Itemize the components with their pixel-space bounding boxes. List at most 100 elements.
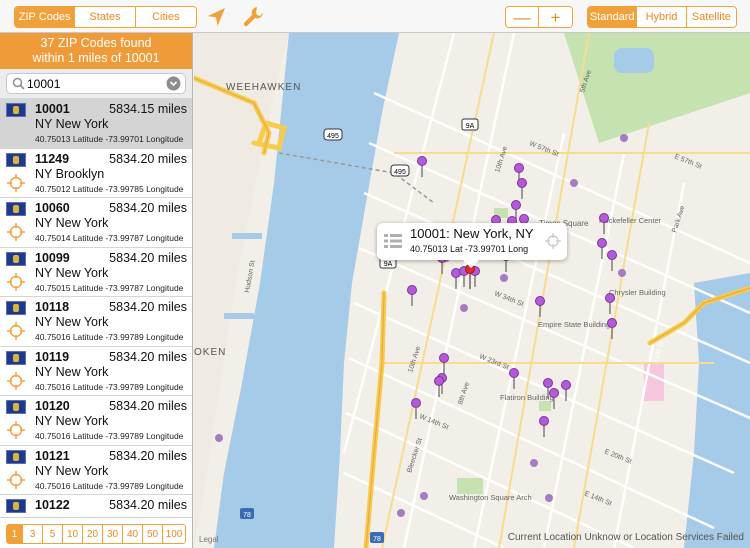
locate-zip-icon[interactable] bbox=[7, 371, 25, 390]
list-icon[interactable] bbox=[384, 233, 402, 249]
state-flag-icon bbox=[6, 103, 26, 117]
zip-result-row[interactable]: 11249 5834.20 miles NY Brooklyn 40.75012 La… bbox=[0, 148, 192, 198]
label-empire-state: Empire State Building bbox=[538, 320, 610, 329]
zip-distance: 5834.20 miles bbox=[109, 349, 187, 364]
limit-option[interactable]: 20 bbox=[83, 525, 103, 543]
map-type-satellite[interactable]: Satellite bbox=[686, 7, 736, 27]
label-washington-square: Washington Square Arch bbox=[449, 493, 532, 502]
map-canvas[interactable]: 495 495 9A 9A 78 78 WEEHAWKEN OKEN Times… bbox=[194, 33, 750, 548]
callout-coords: 40.75013 Lat -73.99701 Long bbox=[410, 244, 529, 254]
zip-result-row[interactable]: 10120 5834.20 miles NY New York 40.75016 La… bbox=[0, 396, 192, 446]
limit-option[interactable]: 50 bbox=[143, 525, 163, 543]
zip-result-row[interactable]: 10099 5834.20 miles NY New York 40.75015 La… bbox=[0, 247, 192, 297]
search-icon bbox=[12, 77, 25, 90]
tab-cities[interactable]: Cities bbox=[135, 7, 196, 27]
zip-result-row[interactable]: 10001 5834.15 miles NY New York 40.75013 La… bbox=[0, 99, 192, 149]
limit-option[interactable]: 5 bbox=[43, 525, 63, 543]
locate-zip-icon[interactable] bbox=[7, 421, 25, 439]
zip-distance: 5834.20 miles bbox=[109, 498, 187, 512]
locate-zip-icon[interactable] bbox=[7, 223, 25, 241]
state-flag-icon bbox=[6, 301, 26, 315]
clear-search-icon[interactable] bbox=[166, 76, 181, 91]
locate-zip-icon[interactable] bbox=[7, 173, 25, 192]
zip-coordinates: 40.75016 Latitude -73.99789 Longitude bbox=[35, 381, 184, 392]
zip-result-row[interactable]: 10121 5834.20 miles NY New York 40.75016 La… bbox=[0, 445, 192, 495]
result-limit-control: 1 3 5 10 20 30 40 50 100 bbox=[6, 524, 186, 544]
svg-text:495: 495 bbox=[394, 169, 406, 176]
svg-text:78: 78 bbox=[373, 536, 381, 543]
zip-coordinates: 40.75015 Latitude -73.99787 Longitude bbox=[35, 282, 184, 293]
wrench-icon[interactable] bbox=[242, 5, 266, 29]
limit-option[interactable]: 40 bbox=[123, 525, 143, 543]
state-flag-icon bbox=[6, 400, 26, 414]
map-type-hybrid[interactable]: Hybrid bbox=[637, 7, 687, 27]
location-status: Current Location Unknow or Location Serv… bbox=[507, 532, 744, 543]
map-type-control: Standard Hybrid Satellite bbox=[587, 6, 737, 28]
locate-zip-icon[interactable] bbox=[7, 272, 25, 291]
limit-option[interactable]: 30 bbox=[103, 525, 123, 543]
svg-text:9A: 9A bbox=[384, 261, 393, 268]
zip-result-row[interactable]: 10119 5834.20 miles NY New York 40.75016 La… bbox=[0, 346, 192, 396]
selected-zip-callout[interactable]: 10001: New York, NY 40.75013 Lat -73.997… bbox=[377, 223, 567, 268]
limit-option[interactable]: 100 bbox=[163, 525, 185, 543]
legal-link[interactable]: Legal bbox=[199, 535, 219, 544]
results-radius: within 1 miles of 10001 bbox=[32, 51, 160, 65]
zoom-in-button[interactable]: + bbox=[539, 7, 572, 27]
tab-states[interactable]: States bbox=[75, 7, 136, 27]
search-input[interactable] bbox=[27, 75, 167, 92]
zip-city: NY New York bbox=[35, 463, 109, 478]
zip-code: 10120 bbox=[35, 399, 70, 413]
zip-distance: 5834.20 miles bbox=[109, 250, 187, 265]
results-header: 37 ZIP Codes found within 1 miles of 100… bbox=[0, 33, 192, 69]
locate-zip-icon[interactable] bbox=[7, 322, 25, 340]
zip-code: 10122 bbox=[35, 498, 70, 512]
limit-option[interactable]: 10 bbox=[63, 525, 83, 543]
zip-code: 10099 bbox=[35, 250, 70, 265]
limit-option[interactable]: 1 bbox=[7, 525, 23, 543]
zip-results-list[interactable]: 10001 5834.15 miles NY New York 40.75013 La… bbox=[0, 99, 192, 516]
state-flag-icon bbox=[6, 251, 26, 266]
zip-result-row[interactable]: 10118 5834.20 miles NY New York 40.75016 La… bbox=[0, 297, 192, 347]
zip-result-row[interactable]: 10060 5834.20 miles NY New York 40.75014 La… bbox=[0, 198, 192, 248]
zip-distance: 5834.20 miles bbox=[109, 300, 187, 314]
highway-shield-78-b: 78 bbox=[370, 532, 384, 543]
results-count: 37 ZIP Codes found bbox=[40, 36, 152, 50]
zip-city: NY New York bbox=[35, 265, 109, 280]
zip-city: NY Brooklyn bbox=[35, 166, 105, 181]
zip-code: 10121 bbox=[35, 448, 70, 463]
map-type-standard[interactable]: Standard bbox=[588, 7, 638, 27]
label-hoboken: OKEN bbox=[194, 347, 226, 358]
toolbar: ZIP Codes States Cities — + Standard Hyb… bbox=[0, 0, 750, 33]
svg-text:495: 495 bbox=[327, 133, 339, 140]
label-chrysler: Chrysler Building bbox=[609, 288, 666, 297]
svg-text:78: 78 bbox=[243, 512, 251, 519]
highway-shield-78: 78 bbox=[240, 508, 254, 519]
highway-shield-495-b: 495 bbox=[390, 164, 410, 177]
zip-distance: 5834.20 miles bbox=[109, 399, 187, 413]
zip-code: 10118 bbox=[35, 300, 70, 314]
callout-title: 10001: New York, NY bbox=[410, 226, 534, 241]
limit-option[interactable]: 3 bbox=[23, 525, 43, 543]
location-arrow-icon[interactable] bbox=[205, 5, 229, 29]
results-sidebar: 37 ZIP Codes found within 1 miles of 100… bbox=[0, 33, 193, 548]
zoom-control: — + bbox=[505, 6, 573, 28]
zip-result-row[interactable]: 10122 5834.20 miles bbox=[0, 495, 192, 516]
zip-code: 10119 bbox=[35, 349, 70, 364]
zoom-out-button[interactable]: — bbox=[506, 7, 540, 27]
state-flag-icon bbox=[6, 202, 26, 216]
map-view[interactable]: 495 495 9A 9A 78 78 WEEHAWKEN OKEN Times… bbox=[194, 33, 750, 548]
zip-city: NY New York bbox=[35, 414, 109, 428]
state-flag-icon bbox=[6, 449, 26, 464]
search-field-container bbox=[6, 73, 186, 94]
zip-distance: 5834.20 miles bbox=[109, 448, 187, 463]
tab-zip-codes[interactable]: ZIP Codes bbox=[15, 7, 76, 27]
zip-city: NY New York bbox=[35, 117, 109, 131]
zip-coordinates: 40.75016 Latitude -73.99789 Longitude bbox=[35, 332, 184, 342]
zip-coordinates: 40.75012 Latitude -73.99785 Longitude bbox=[35, 183, 184, 194]
crosshair-icon[interactable] bbox=[545, 233, 561, 249]
highway-shield-495: 495 bbox=[323, 128, 343, 141]
zip-coordinates: 40.75014 Latitude -73.99787 Longitude bbox=[35, 233, 184, 243]
zip-coordinates: 40.75013 Latitude -73.99701 Longitude bbox=[35, 134, 184, 144]
locate-zip-icon[interactable] bbox=[7, 470, 25, 489]
zip-distance: 5834.20 miles bbox=[109, 201, 187, 215]
